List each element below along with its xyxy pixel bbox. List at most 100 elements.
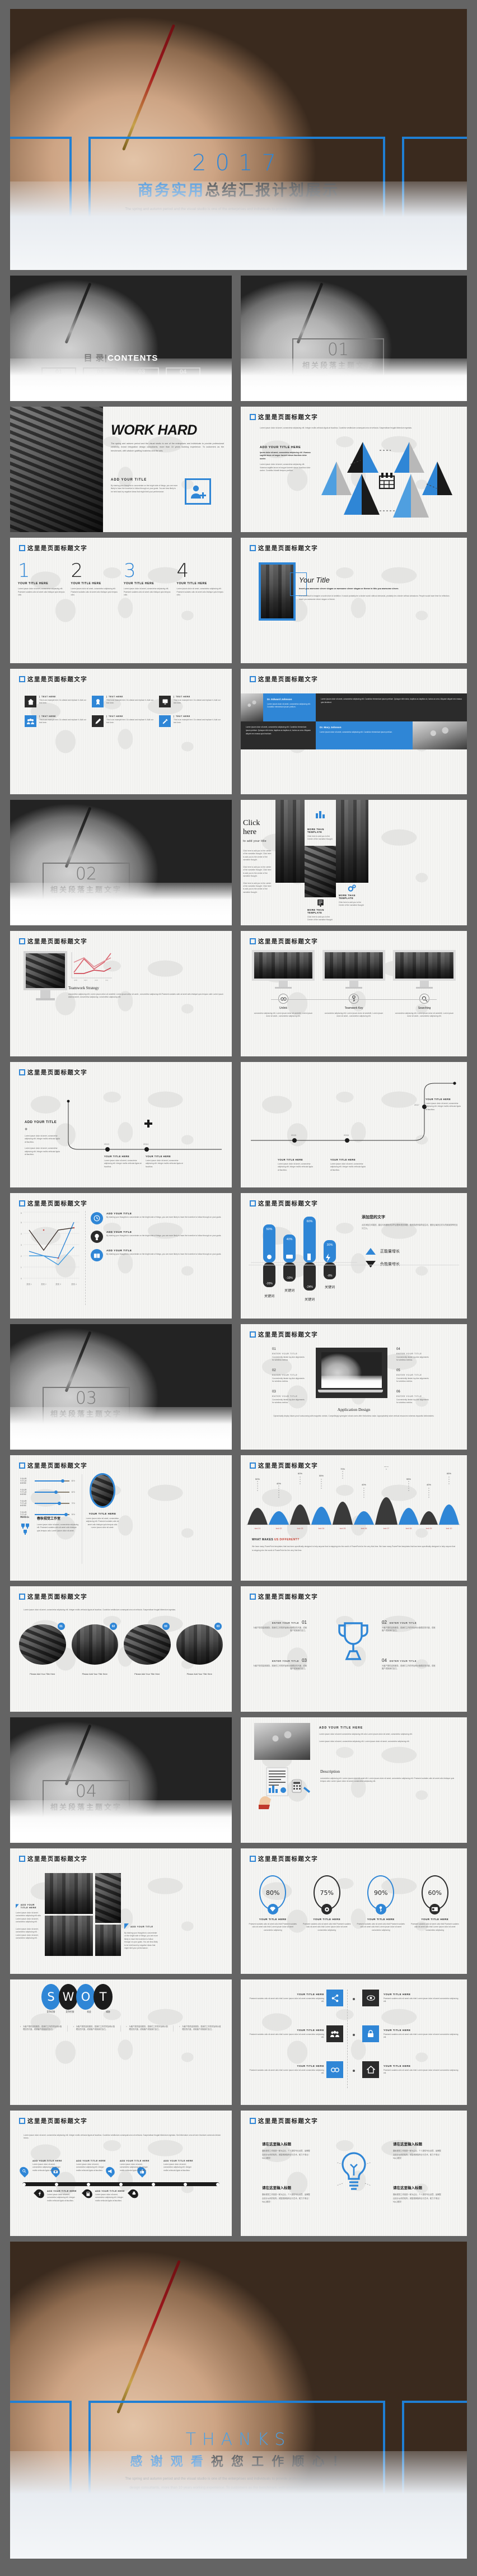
slide-thanks[interactable]: THANKS 感 谢 观 看 祝 您 工 作 顺 心 ！ The spring …	[10, 2242, 467, 2559]
trophy-item[interactable]: 02 ENTER YOUR TITLE 为客户提供高效服务，是我们工作的宗旨和价…	[382, 1620, 436, 1633]
icon-grid-item[interactable]: TEXT HERE This is an example text. Go ah…	[159, 696, 222, 707]
icon-grid-item[interactable]: TEXT HERE This is an example text. Go ah…	[25, 715, 87, 727]
laptop-item[interactable]: 02 ENTER YOUR TITLE Conveniently iterate…	[272, 1369, 307, 1384]
percent-item[interactable]: 60% YOUR TITLE HERE Praesent sodales odi…	[411, 1875, 460, 1932]
swot-letter-s[interactable]: S	[41, 1984, 60, 2010]
slide-sliders[interactable]: 这里是页面标题文字 YOUR TITLE HERE 80% YOUR TITLE…	[10, 1455, 232, 1581]
bulb-item-4[interactable]: 请在这里输入标题 春秋视觉工作室是一家为企业、个人提供专业创意、品牌整合设计伙伴…	[393, 2184, 441, 2204]
item-body: Conveniently iterate top-line alignments…	[396, 1398, 429, 1404]
item-body: Praesent sodales odio sit amet odio tris…	[357, 1923, 405, 1931]
right-body: 点击添加文本描述，建议与标题相关并符合整体语言风格，语言描述尽量简洁生动，做到让…	[362, 1224, 458, 1230]
trophy-item[interactable]: ENTER YOUR TITLE 01 为客户提供高效服务，是我们工作的宗旨和价…	[253, 1620, 307, 1633]
laptop-item[interactable]: 04 ENTER YOUR TITLE Conveniently iterate…	[396, 1348, 431, 1362]
swot-letter-w[interactable]: W	[59, 1984, 78, 2010]
contents-item-01[interactable]: 01 相关段落主题	[41, 367, 76, 382]
slide-linechart[interactable]: 这里是页面标题文字 0123456 类别 1 类别 2 类别 3 类别 4 AD…	[10, 1193, 232, 1319]
roadmap-pin[interactable]	[82, 2187, 94, 2200]
percent-item[interactable]: 80% YOUR TITLE HERE Praesent sodales odi…	[249, 1875, 297, 1932]
slide-title[interactable]: 2017 商务实用总结汇报计划展示 The spring and autumn …	[10, 9, 467, 270]
add-user-icon[interactable]	[185, 478, 211, 505]
monitor-item[interactable]: Unlink consectetur adipiscing elit, Lore…	[252, 950, 315, 1018]
slide-percents[interactable]: 这里是页面标题文字 80% YOUR TITLE HERE Praesent s…	[241, 1848, 467, 1974]
slide-pyramid[interactable]: 这里是页面标题文字 Lorem ipsum dolor sit amet, co…	[241, 407, 467, 532]
slide-your-title[interactable]: 这里是页面标题文字 Your Title Insert you awesome …	[241, 538, 467, 663]
item-body: By training your thoughts to concentrate…	[106, 1216, 222, 1218]
slide-barchart[interactable]: 这里是页面标题文字 50% -20% 关键词 40% -10% 关键词 60% …	[241, 1193, 467, 1319]
monitor-item[interactable]: Searching consectetur adipiscing elit, L…	[393, 950, 456, 1018]
contents-item-04[interactable]: 04 相关段落主题	[166, 367, 200, 382]
chart-legend-item[interactable]: ADD YOUR TITLE By training your thoughts…	[91, 1249, 226, 1261]
circle-item[interactable]: 03 Please Add Your Title Here	[176, 1623, 223, 1676]
contents-item-03[interactable]: 03 相关段落主题	[124, 367, 159, 382]
slide-laptop[interactable]: 这里是页面标题文字 01 ENTER YOUR TITLE Convenient…	[241, 1324, 467, 1450]
svg-text:40%: 40%	[287, 1238, 293, 1241]
slider-row[interactable]: YOUR TITLE HERE 80%	[20, 1478, 75, 1484]
roadmap-pin[interactable]	[128, 2187, 140, 2200]
circle-item[interactable]: 01 Please Add Your Title Here	[19, 1623, 66, 1676]
slide-contents[interactable]: 目 录|CONTENTS 01 相关段落主题 02 相关段落主题 03 相关段落…	[10, 276, 232, 401]
roadmap-pin[interactable]	[18, 2165, 30, 2178]
number-item-1: 1 YOUR TITLE HERE Lorem ipsum dolor sit …	[18, 561, 66, 597]
slide-timeline-a[interactable]: 这里是页面标题文字 ADD YOUR TITLE + Lorem ipsum d…	[10, 1062, 232, 1187]
slide-section-01[interactable]: 01 相关段落主题文字 The spring and autumn period…	[241, 276, 467, 401]
trophy-item[interactable]: ENTER YOUR TITLE 03 为客户提供高效服务，是我们工作的宗旨和价…	[253, 1658, 307, 1671]
slider-row[interactable]: YOUR TITLE HERE 70%	[20, 1500, 75, 1507]
circle-item[interactable]: 02 Please Add Your Title Here	[71, 1623, 118, 1676]
slide-trophy[interactable]: 这里是页面标题文字 ENTER YOUR TITLE 01 为客户提供高效服务，…	[241, 1586, 467, 1712]
monitor-item[interactable]: Teamwork Key consectetur adipiscing elit…	[322, 950, 385, 1018]
slide-work-hard[interactable]: WORK HARD The spring and autumn period a…	[10, 407, 232, 532]
percent-item[interactable]: 90% YOUR TITLE HERE Praesent sodales odi…	[357, 1875, 405, 1932]
chart-legend-item[interactable]: ADD YOUR TITLE By training your thoughts…	[91, 1212, 226, 1224]
slide-gallery[interactable]: 这里是页面标题文字 ADD YOUR TITLE HERE Lorem ipsu…	[10, 1848, 232, 1974]
slide-section-02[interactable]: 02 相关段落主题文字 The spring and autumn period…	[10, 800, 232, 925]
bulb-item-3[interactable]: 请在这里输入标题 春秋视觉工作室是一家为企业、个人提供专业创意、品牌整合设计伙伴…	[262, 2184, 310, 2204]
slide-bulb[interactable]: 这里是页面标题文字 请在这里输入标题 春秋视觉工作室是一家为企业、个人提供专业创…	[241, 2111, 467, 2236]
slide-monitors[interactable]: 这里是页面标题文字 Unlink consectetur adipiscing …	[241, 931, 467, 1056]
svg-text:类别 4: 类别 4	[71, 1283, 77, 1285]
slide-description[interactable]: ADD YOUR TITLE HERE Lorem ipsum dolor si…	[241, 1717, 467, 1843]
roadmap-pin[interactable]	[104, 2165, 116, 2178]
item-label: YOUR TITLE HERE	[297, 1992, 324, 1996]
circle-item[interactable]: 03 Please Add Your Title Here	[124, 1623, 171, 1676]
badge: 01	[57, 1623, 65, 1630]
slide-team[interactable]: 这里是页面标题文字 Dr. Edward Johnson Lorem ipsum…	[241, 669, 467, 794]
icon-grid-item[interactable]: TEXT HERE This is an example text. Go ah…	[92, 715, 155, 727]
laptop-item[interactable]: 03 ENTER YOUR TITLE Conveniently iterate…	[272, 1390, 307, 1405]
icon-grid-item[interactable]: TEXT HERE This is an example text. Go ah…	[92, 696, 155, 707]
roadmap-pin[interactable]	[34, 2187, 46, 2200]
chart-legend-item[interactable]: ADD YOUR TITLE By training your thoughts…	[91, 1231, 226, 1243]
bulb-item-2[interactable]: 请在这里输入标题 春秋视觉工作室是一家为企业、个人提供专业创意、品牌整合设计伙伴…	[393, 2141, 441, 2160]
slide-numbers[interactable]: 这里是页面标题文字 1 YOUR TITLE HERE Lorem ipsum …	[10, 538, 232, 663]
svg-text:2016: 2016	[344, 1134, 349, 1136]
icon-grid-item[interactable]: TEXT HERE This is an example text. Go ah…	[159, 715, 222, 727]
slide-roadmap[interactable]: 这里是页面标题文字 Lorem ipsum dolor sit amet, co…	[10, 2111, 232, 2236]
slide-timeline-b[interactable]: 2015 2016 2017 YOUR TITLE HERE Lorem ips…	[241, 1062, 467, 1187]
slider-row[interactable]: YOUR TITLE HERE 60%	[20, 1489, 75, 1496]
trophy-item[interactable]: 04 ENTER YOUR TITLE 为客户提供高效服务，是我们工作的宗旨和价…	[382, 1658, 436, 1671]
slide-circles[interactable]: 这里是页面标题文字 Lorem ipsum dolor sit amet, co…	[10, 1586, 232, 1712]
slide-section-04[interactable]: 04 相关段落主题文字 The spring and autumn period…	[10, 1717, 232, 1843]
six-item[interactable]: YOUR TITLE HERE Praesent sodales odio si…	[384, 2029, 459, 2039]
bulb-item-1[interactable]: 请在这里输入标题 春秋视觉工作室是一家为企业、个人提供专业创意、品牌整合设计伙伴…	[262, 2141, 310, 2160]
laptop-item[interactable]: 05 ENTER YOUR TITLE Conveniently iterate…	[396, 1369, 431, 1384]
swot-letter-o[interactable]: O	[76, 1984, 95, 2010]
swot-letter-t[interactable]: T	[93, 1984, 113, 2010]
six-item[interactable]: YOUR TITLE HERE Praesent sodales odio si…	[249, 1993, 324, 2004]
laptop-item[interactable]: 01 ENTER YOUR TITLE Conveniently iterate…	[272, 1348, 307, 1362]
contents-item-02[interactable]: 02 相关段落主题	[83, 367, 118, 382]
six-item[interactable]: YOUR TITLE HERE Praesent sodales odio si…	[249, 2029, 324, 2039]
slide-mountains[interactable]: 这里是页面标题文字 50% 40% 60% 55% 70% 40% 55% 40…	[241, 1455, 467, 1581]
slide-icon-grid[interactable]: 这里是页面标题文字 TEXT HERE This is an example t…	[10, 669, 232, 794]
sub-body: By training your thoughts to concentrate…	[111, 485, 178, 493]
icon-grid-item[interactable]: TEXT HERE This is an example text. Go ah…	[25, 696, 87, 707]
slide-six-icons[interactable]: YOUR TITLE HERE Praesent sodales odio si…	[241, 1979, 467, 2105]
percent-item[interactable]: 75% YOUR TITLE HERE Praesent sodales odi…	[303, 1875, 352, 1932]
slide-swot[interactable]: S W O T 竞争优势 竞争劣势 机会 威胁 • 为客户提供高效服务，是我们工作…	[10, 1979, 232, 2105]
six-item[interactable]: YOUR TITLE HERE Praesent sodales odio si…	[384, 2065, 459, 2075]
six-item[interactable]: YOUR TITLE HERE Praesent sodales odio si…	[249, 2065, 324, 2075]
slide-teamwork[interactable]: 这里是页面标题文字 APR MAY JUN JUL Teamwork Strategy…	[10, 931, 232, 1056]
slide-click-here[interactable]: Click here to add your title Click here …	[241, 800, 467, 925]
six-item[interactable]: YOUR TITLE HERE Praesent sodales odio si…	[384, 1993, 459, 2004]
slide-section-03[interactable]: 03 相关段落主题文字 The spring and autumn period…	[10, 1324, 232, 1450]
laptop-item[interactable]: 06 ENTER YOUR TITLE Conveniently iterate…	[396, 1390, 431, 1405]
